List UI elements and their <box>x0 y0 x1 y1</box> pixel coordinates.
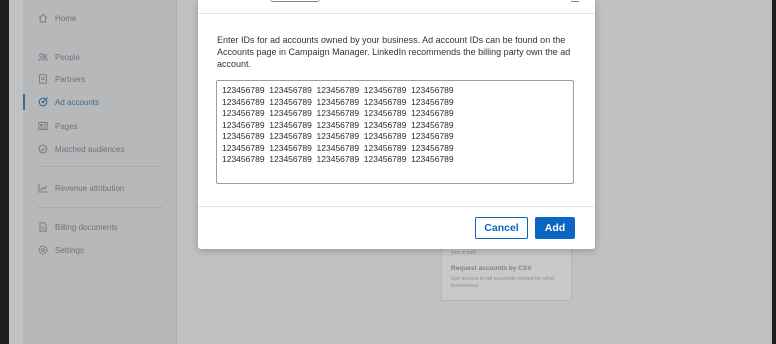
screen-bezel-right <box>772 0 776 344</box>
add-ad-accounts-modal: Enter IDs for ad accounts owned by your … <box>198 0 595 249</box>
modal-title-fragment <box>270 0 320 2</box>
modal-footer-divider <box>198 206 595 207</box>
sidebar-item-label: People <box>55 52 80 62</box>
sidebar-item-label: Pages <box>55 121 78 131</box>
sidebar-item-pages[interactable]: Pages <box>23 116 177 136</box>
sidebar-item-label: Ad accounts <box>55 97 100 107</box>
sidebar-divider <box>37 207 163 208</box>
sidebar-item-matched-audiences[interactable]: Matched audiences <box>23 139 177 159</box>
screen-bezel-left <box>0 0 9 344</box>
modal-header <box>198 0 595 14</box>
sidebar: Home People Partners Ad accounts Pages M… <box>23 0 177 344</box>
request-csv-description: Get access to ad accounts owned by other… <box>451 276 555 289</box>
audience-icon <box>38 144 48 154</box>
pages-icon <box>38 121 48 131</box>
partners-icon <box>38 74 48 84</box>
ad-account-ids-textarea[interactable]: 123456789 123456789 123456789 123456789 … <box>216 80 574 184</box>
sidebar-item-label: Partners <box>55 74 86 84</box>
sidebar-item-label: Settings <box>55 245 84 255</box>
sidebar-item-label: Revenue attribution <box>55 183 125 193</box>
bulk-text-fragment: ions in bulk <box>451 250 477 256</box>
sidebar-item-label: Billing documents <box>55 222 118 232</box>
chart-icon <box>38 183 48 193</box>
sidebar-item-partners[interactable]: Partners <box>23 69 177 89</box>
sidebar-item-people[interactable]: People <box>23 47 177 67</box>
close-icon[interactable] <box>571 0 579 2</box>
gear-icon <box>38 245 48 255</box>
target-icon <box>38 97 48 107</box>
home-icon <box>38 13 48 23</box>
sidebar-divider <box>37 166 163 167</box>
modal-description: Enter IDs for ad accounts owned by your … <box>217 35 571 69</box>
add-button[interactable]: Add <box>535 217 575 239</box>
sidebar-item-revenue-attribution[interactable]: Revenue attribution <box>23 178 177 198</box>
cancel-button[interactable]: Cancel <box>475 217 528 239</box>
sidebar-item-settings[interactable]: Settings <box>23 240 177 260</box>
sidebar-item-label: Home <box>55 13 77 23</box>
sidebar-item-home[interactable]: Home <box>23 8 177 28</box>
sidebar-item-label: Matched audiences <box>55 144 125 154</box>
document-icon <box>38 222 48 232</box>
request-csv-title: Request accounts by CSV <box>451 265 532 272</box>
people-icon <box>38 52 48 62</box>
sidebar-item-billing-documents[interactable]: Billing documents <box>23 217 177 237</box>
sidebar-item-ad-accounts[interactable]: Ad accounts <box>23 92 177 112</box>
